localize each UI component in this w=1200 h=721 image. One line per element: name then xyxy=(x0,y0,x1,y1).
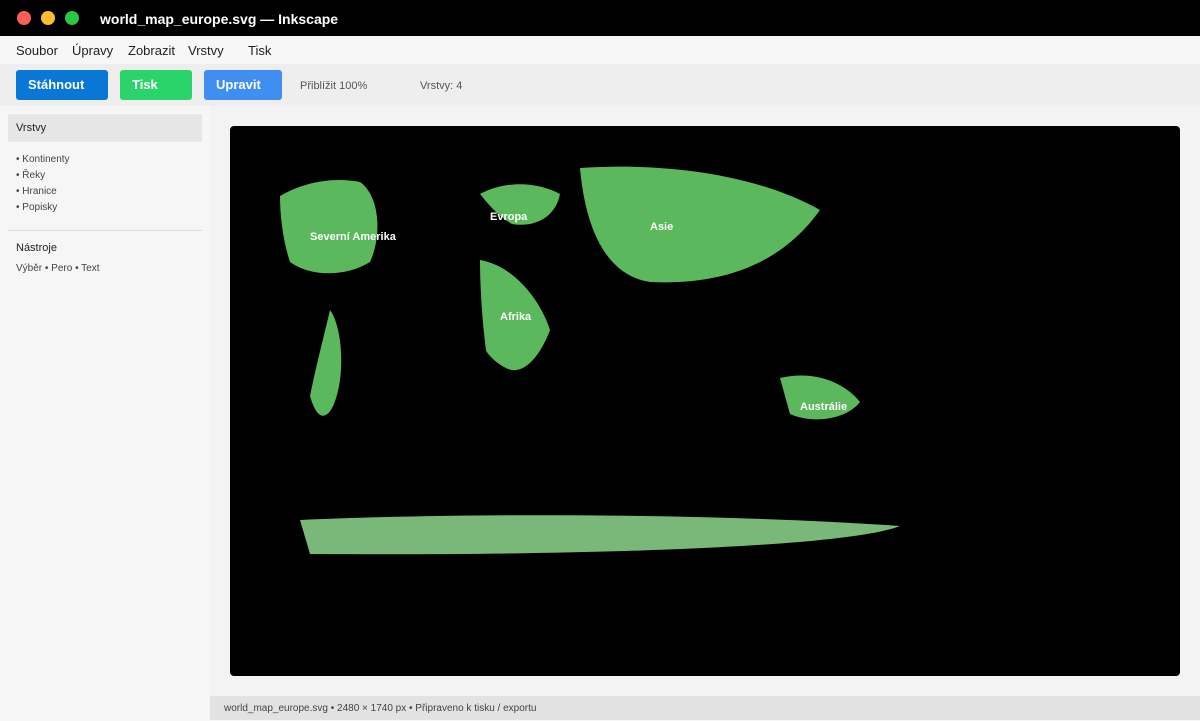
window-title: world_map_europe.svg — Inkscape xyxy=(100,11,339,27)
continent-north-america[interactable] xyxy=(280,179,378,274)
layers-count: Vrstvy: 4 xyxy=(420,80,463,92)
edit-button[interactable]: Upravit xyxy=(204,70,282,100)
tools-list: Výběr • Pero • Text xyxy=(16,263,100,274)
toolbar: Stáhnout Tisk Upravit Přiblížit 100% Vrs… xyxy=(0,64,1200,106)
layers-list: • Kontinenty • Řeky • Hranice • Popisky xyxy=(16,152,70,216)
sidebar: Vrstvy • Kontinenty • Řeky • Hranice • P… xyxy=(0,106,210,720)
menu-vrstvy[interactable]: Vrstvy xyxy=(188,36,224,64)
status-text: world_map_europe.svg • 2480 × 1740 px • … xyxy=(224,703,537,714)
layer-item-hranice[interactable]: • Hranice xyxy=(16,184,70,200)
menu-tisk[interactable]: Tisk xyxy=(248,36,271,64)
layer-item-reky[interactable]: • Řeky xyxy=(16,168,70,184)
label-australia: Austrálie xyxy=(800,401,847,413)
maximize-window-button[interactable] xyxy=(65,11,79,25)
continent-asia[interactable] xyxy=(580,166,820,283)
label-europe: Evropa xyxy=(490,211,528,223)
print-button[interactable]: Tisk xyxy=(120,70,192,100)
sidebar-divider xyxy=(8,230,202,231)
layer-item-kontinenty[interactable]: • Kontinenty xyxy=(16,152,70,168)
title-bar: world_map_europe.svg — Inkscape xyxy=(0,0,1200,36)
label-asia: Asie xyxy=(650,221,673,233)
world-map: Severní Amerika Evropa Asie Afrika Austr… xyxy=(280,166,900,555)
status-bar: world_map_europe.svg • 2480 × 1740 px • … xyxy=(210,696,1200,720)
download-button[interactable]: Stáhnout xyxy=(16,70,108,100)
label-north-america: Severní Amerika xyxy=(310,231,397,243)
label-africa: Afrika xyxy=(500,311,532,323)
map-canvas[interactable]: Severní Amerika Evropa Asie Afrika Austr… xyxy=(230,126,1180,676)
minimize-window-button[interactable] xyxy=(41,11,55,25)
menu-soubor[interactable]: Soubor xyxy=(16,36,58,64)
menu-upravy[interactable]: Úpravy xyxy=(72,36,113,64)
layer-item-popisky[interactable]: • Popisky xyxy=(16,200,70,216)
close-window-button[interactable] xyxy=(17,11,31,25)
continent-south-america[interactable] xyxy=(310,310,342,416)
menu-zobrazit[interactable]: Zobrazit xyxy=(128,36,175,64)
continent-antarctica[interactable] xyxy=(300,515,900,555)
tools-title: Nástroje xyxy=(16,242,57,254)
zoom-level: Přiblížit 100% xyxy=(300,80,368,92)
layers-panel-header[interactable]: Vrstvy xyxy=(8,114,202,142)
menu-bar: Soubor Úpravy Zobrazit Vrstvy Tisk xyxy=(0,36,1200,64)
